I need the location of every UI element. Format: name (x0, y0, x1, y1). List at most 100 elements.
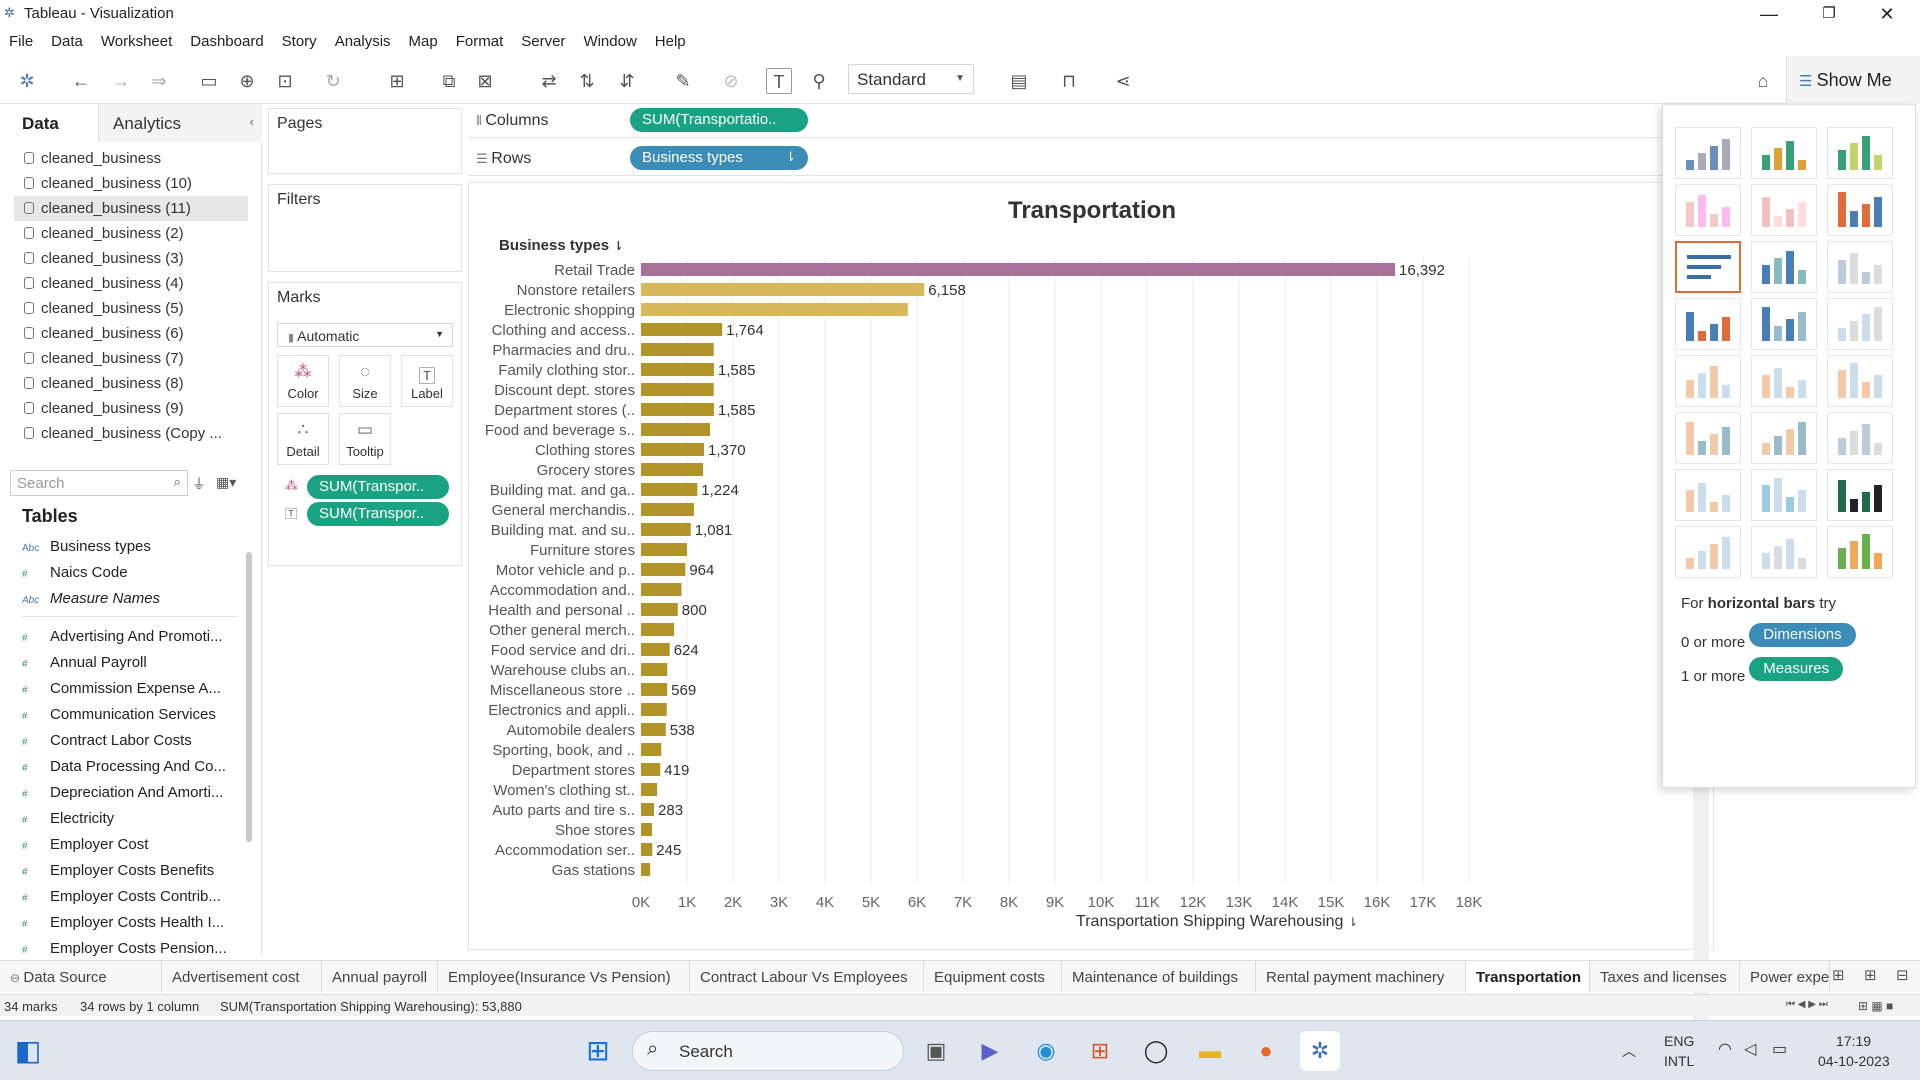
new-worksheet-icon[interactable]: ⊞ (384, 68, 410, 94)
datasource-item[interactable]: cleaned_business (2) (14, 221, 248, 246)
datasource-item[interactable]: cleaned_business (Copy ... (14, 421, 248, 446)
menu-file[interactable]: File (0, 28, 42, 50)
menu-help[interactable]: Help (646, 28, 695, 50)
menu-dashboard[interactable]: Dashboard (181, 28, 272, 50)
menu-window[interactable]: Window (574, 28, 645, 50)
task-view-icon[interactable]: ▣ (916, 1031, 956, 1071)
sort-icon[interactable]: ⇂ (1348, 915, 1358, 929)
group-icon[interactable]: ⊘ (718, 68, 744, 94)
scrollbar[interactable] (246, 552, 252, 842)
replay-icon[interactable]: ⇒ (146, 68, 172, 94)
sheet-tab[interactable]: ⊖ Data Source (0, 961, 162, 993)
dimension-field[interactable]: Abc Measure Names (22, 586, 238, 612)
new-datasource-icon[interactable]: ⊕ (234, 68, 260, 94)
sheet-tab[interactable]: Annual payroll (322, 961, 438, 993)
datasource-item[interactable]: cleaned_business (10) (14, 171, 248, 196)
format-paint-icon[interactable]: ⌂ (1750, 68, 1776, 94)
pages-card[interactable]: Pages (268, 108, 462, 174)
measure-field[interactable]: # Electricity (22, 806, 238, 832)
refresh-icon[interactable]: ↻ (320, 68, 346, 94)
measure-field[interactable]: # Employer Costs Health I... (22, 910, 238, 936)
sheet-tab[interactable]: Transportation (1466, 961, 1590, 993)
pin-icon[interactable]: ⚲ (806, 68, 832, 94)
measure-field[interactable]: # Advertising And Promoti... (22, 624, 238, 650)
sheet-tab[interactable]: Rental payment machinery (1256, 961, 1466, 993)
tab-analytics[interactable]: Analytics ‹ (98, 104, 262, 142)
save-icon[interactable]: ▭ (196, 68, 222, 94)
mark-type-dropdown[interactable]: ▮ Automatic ▼ (277, 323, 453, 347)
sheet-tab[interactable]: Equipment costs (924, 961, 1062, 993)
measure-field[interactable]: # Employer Costs Pension... (22, 936, 238, 962)
measure-field[interactable]: # Employer Costs Contrib... (22, 884, 238, 910)
redo-icon[interactable]: → (108, 68, 134, 94)
datasource-item[interactable]: cleaned_business (5) (14, 296, 248, 321)
label-pill[interactable]: SUM(Transpor.. (307, 502, 449, 526)
chart-type-option[interactable] (1675, 298, 1741, 350)
show-cards-icon[interactable]: ▤ (1006, 68, 1032, 94)
measure-field[interactable]: # Annual Payroll (22, 650, 238, 676)
datasource-item[interactable]: cleaned_business (7) (14, 346, 248, 371)
chart-type-option[interactable] (1751, 355, 1817, 407)
duplicate-icon[interactable]: ⧉ (436, 68, 462, 94)
measure-field[interactable]: # Depreciation And Amorti... (22, 780, 238, 806)
tab-data[interactable]: Data (0, 104, 98, 142)
label-button[interactable]: 🅃 Label (401, 355, 453, 407)
chart-type-option[interactable] (1675, 184, 1741, 236)
sheet-tab[interactable]: Maintenance of buildings (1062, 961, 1256, 993)
tableau-taskbar-icon[interactable]: ✲ (1300, 1031, 1340, 1071)
datasource-item[interactable]: cleaned_business (3) (14, 246, 248, 271)
datasource-item[interactable]: cleaned_business (9) (14, 396, 248, 421)
sheet-tab[interactable]: Taxes and licenses (1590, 961, 1740, 993)
clock-date[interactable]: 04-10-2023 (1818, 1053, 1890, 1069)
chart-type-option[interactable] (1675, 355, 1741, 407)
measure-field[interactable]: # Commission Expense A... (22, 676, 238, 702)
fit-dropdown[interactable]: Standard ▼ (848, 64, 974, 94)
chart-type-option[interactable] (1675, 526, 1741, 578)
dell-icon[interactable]: ◯ (1136, 1031, 1176, 1071)
menu-worksheet[interactable]: Worksheet (92, 28, 181, 50)
close-icon[interactable]: ✕ (1864, 2, 1910, 26)
chart-type-option[interactable] (1827, 412, 1893, 464)
swap-icon[interactable]: ⇄ (536, 68, 562, 94)
sheet-tab[interactable]: Contract Labour Vs Employees (690, 961, 924, 993)
chart-type-option[interactable] (1827, 355, 1893, 407)
chart-type-option[interactable] (1675, 412, 1741, 464)
chart-type-option[interactable] (1751, 526, 1817, 578)
menu-map[interactable]: Map (400, 28, 447, 50)
datasource-item[interactable]: cleaned_business (11) (14, 196, 248, 221)
show-me-button[interactable]: ☰ Show Me (1786, 56, 1920, 104)
sheet-tab[interactable]: Power expe (1740, 961, 1830, 993)
chart-type-option[interactable] (1827, 241, 1893, 293)
size-button[interactable]: ◌ Size (339, 355, 391, 407)
chart-type-option[interactable] (1675, 127, 1741, 179)
color-button[interactable]: ⁂ Color (277, 355, 329, 407)
tableau-home-icon[interactable]: ✲ (14, 68, 40, 94)
sort-descending-icon[interactable]: ⇵ (614, 68, 640, 94)
datasource-item[interactable]: cleaned_business (14, 146, 248, 171)
chart-type-option[interactable] (1675, 469, 1741, 521)
new-worksheet-tab-icon[interactable]: ⊞ (1832, 966, 1845, 984)
columns-pill[interactable]: SUM(Transportatio.. (630, 108, 808, 132)
datasource-item[interactable]: cleaned_business (6) (14, 321, 248, 346)
chart-type-option[interactable] (1827, 127, 1893, 179)
store-icon[interactable]: ⊞ (1080, 1031, 1120, 1071)
chart-type-option[interactable] (1751, 127, 1817, 179)
rows-pill[interactable]: Business types ⇂ (630, 146, 808, 170)
field-search-input[interactable]: Search ⌕ (10, 470, 188, 496)
menu-story[interactable]: Story (273, 28, 326, 50)
wifi-icon[interactable]: ◠ (1718, 1039, 1732, 1059)
restore-icon[interactable]: ❐ (1806, 2, 1852, 26)
chart-type-option[interactable] (1751, 241, 1817, 293)
chart-type-option[interactable] (1827, 298, 1893, 350)
volume-icon[interactable]: ◁ (1744, 1039, 1756, 1059)
widgets-icon[interactable]: ◧ (8, 1031, 48, 1071)
language-primary[interactable]: ENG (1664, 1033, 1694, 1049)
taskbar-search[interactable]: ⌕ Search (632, 1031, 904, 1071)
chart-type-option[interactable] (1827, 526, 1893, 578)
sheet-tab[interactable]: Employee(Insurance Vs Pension) (438, 961, 690, 993)
chart-type-option[interactable] (1675, 241, 1741, 293)
sheet-navigation-icon[interactable]: ⏮ ◀ ▶ ⏭ (1786, 999, 1828, 1010)
dimension-field[interactable]: Abc Business types (22, 534, 238, 560)
firefox-icon[interactable]: ● (1246, 1031, 1286, 1071)
view-mode-icon[interactable]: ⊞ ▦ ■ (1858, 999, 1893, 1013)
